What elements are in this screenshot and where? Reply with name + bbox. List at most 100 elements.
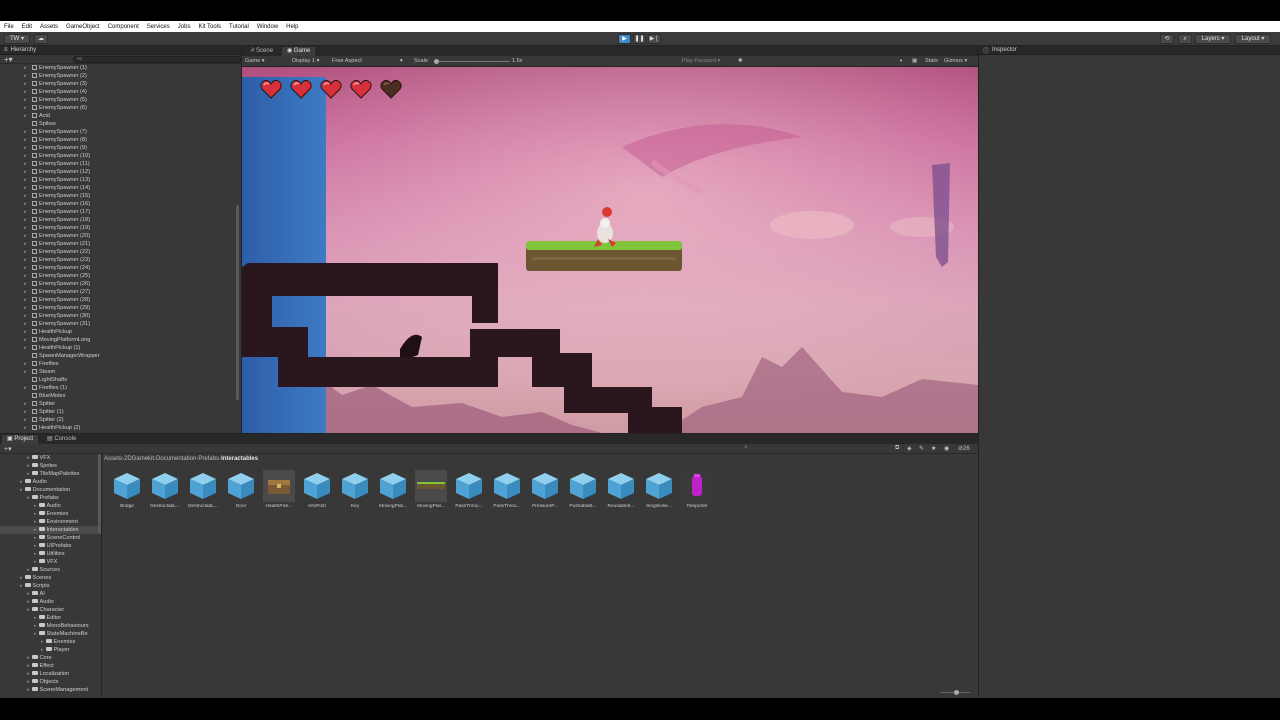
expand-arrow-icon[interactable]: ▸ xyxy=(34,511,37,517)
layers-dropdown[interactable]: Layers ▾ xyxy=(1195,34,1231,44)
project-tree-item[interactable]: ▸ Audio xyxy=(0,598,101,606)
expand-arrow-icon[interactable]: ▸ xyxy=(24,248,27,256)
project-tree-item[interactable]: ▸ Scenes xyxy=(0,574,101,582)
eye-icon[interactable]: ◉ xyxy=(944,445,949,452)
hierarchy-item[interactable]: ▸ HealthPickup (2) xyxy=(0,424,241,432)
hierarchy-item[interactable]: ▸ EnemySpawner (21) xyxy=(0,240,241,248)
project-tree-item[interactable]: ▸ Interactables xyxy=(0,526,101,534)
scale-slider-handle[interactable] xyxy=(434,59,439,64)
expand-arrow-icon[interactable]: ▸ xyxy=(24,272,27,280)
hierarchy-item[interactable]: ▸ HealthPickup (1) xyxy=(0,344,241,352)
expand-arrow-icon[interactable]: ▸ xyxy=(24,280,27,288)
expand-arrow-icon[interactable]: ▸ xyxy=(24,344,27,352)
expand-arrow-icon[interactable]: ▸ xyxy=(34,551,37,557)
expand-arrow-icon[interactable]: ▸ xyxy=(27,663,30,669)
project-tree-item[interactable]: ▸ SceneControl xyxy=(0,534,101,542)
expand-arrow-icon[interactable]: ▸ xyxy=(24,96,27,104)
project-tree-item[interactable]: ▸ StateMachineBe xyxy=(0,630,101,638)
play-button[interactable]: ▶ xyxy=(618,34,631,44)
expand-arrow-icon[interactable]: ▸ xyxy=(27,455,30,461)
asset-tile[interactable]: DestructabL... xyxy=(148,470,182,514)
expand-arrow-icon[interactable]: ▸ xyxy=(41,639,44,645)
project-tree-item[interactable]: ▸ Audio xyxy=(0,502,101,510)
hierarchy-item[interactable]: ▸ EnemySpawner (9) xyxy=(0,144,241,152)
expand-arrow-icon[interactable]: ▸ xyxy=(24,400,27,408)
breadcrumb-item[interactable]: Interactables xyxy=(221,456,258,462)
expand-arrow-icon[interactable]: ▸ xyxy=(24,408,27,416)
project-tree-item[interactable]: ▸ VFX xyxy=(0,558,101,566)
project-tree-item[interactable]: ▸ MonoBehaviours xyxy=(0,622,101,630)
hierarchy-item[interactable]: ▸ Acid xyxy=(0,112,241,120)
aspect-dropdown[interactable]: Free Aspect ▾ xyxy=(332,58,403,64)
project-tree-item[interactable]: ▸ Localization xyxy=(0,670,101,678)
grid-icon[interactable]: ▦ xyxy=(912,58,917,64)
hierarchy-item[interactable]: ▸ EnemySpawner (1) xyxy=(0,64,241,72)
hierarchy-item[interactable]: ▸ Spitter (1) xyxy=(0,408,241,416)
expand-arrow-icon[interactable]: ▸ xyxy=(20,575,23,581)
expand-arrow-icon[interactable]: ▸ xyxy=(27,591,30,597)
hierarchy-item[interactable]: ▸ MovingPlatformLong xyxy=(0,336,241,344)
hierarchy-search-input[interactable] xyxy=(72,55,241,63)
layout-dropdown[interactable]: Layout ▾ xyxy=(1235,34,1271,44)
hierarchy-item[interactable]: ▸ HealthPickup xyxy=(0,328,241,336)
project-tree-item[interactable]: ▸ UIPrefabs xyxy=(0,542,101,550)
asset-tile[interactable]: Bridge xyxy=(110,470,144,514)
menu-item-gameobject[interactable]: GameObject xyxy=(66,24,100,30)
expand-arrow-icon[interactable]: ▸ xyxy=(24,216,27,224)
display-dropdown[interactable]: Display 1 ▾ xyxy=(292,58,319,64)
hierarchy-item[interactable]: ▸ EnemySpawner (8) xyxy=(0,136,241,144)
account-button[interactable]: TW ▾ xyxy=(4,34,30,44)
expand-arrow-icon[interactable]: ▸ xyxy=(24,64,27,72)
filter-icon[interactable]: ⧉ xyxy=(895,445,899,452)
expand-arrow-icon[interactable]: ▸ xyxy=(27,655,30,661)
project-tree-item[interactable]: ▸ SceneManagement xyxy=(0,686,101,694)
hierarchy-item[interactable]: SpawnManagerWrapper xyxy=(0,352,241,360)
project-tree-item[interactable]: ▸ Character xyxy=(0,606,101,614)
icon-size-slider-handle[interactable] xyxy=(954,690,959,695)
expand-arrow-icon[interactable]: ▸ xyxy=(24,232,27,240)
menu-item-edit[interactable]: Edit xyxy=(22,24,32,30)
asset-tile[interactable]: DestructabL... xyxy=(186,470,220,514)
expand-arrow-icon[interactable]: ▸ xyxy=(24,136,27,144)
expand-arrow-icon[interactable]: ▸ xyxy=(24,80,27,88)
hierarchy-item[interactable]: ▸ Fireflies xyxy=(0,360,241,368)
hierarchy-item[interactable]: ▸ EnemySpawner (12) xyxy=(0,168,241,176)
hierarchy-item[interactable]: ▸ EnemySpawner (6) xyxy=(0,104,241,112)
hierarchy-item[interactable]: ▸ EnemySpawner (14) xyxy=(0,184,241,192)
expand-arrow-icon[interactable]: ▸ xyxy=(24,256,27,264)
asset-tile[interactable]: PassThrou... xyxy=(490,470,524,514)
hierarchy-item[interactable]: ▸ EnemySpawner (11) xyxy=(0,160,241,168)
project-tree-item[interactable]: ▸ VFX xyxy=(0,454,101,462)
hierarchy-scrollbar[interactable] xyxy=(236,205,239,400)
expand-arrow-icon[interactable]: ▸ xyxy=(24,152,27,160)
breadcrumb-item[interactable]: 2DGamekit xyxy=(124,456,154,462)
asset-tile[interactable]: PressureP... xyxy=(528,470,562,514)
project-tree-item[interactable]: ▸ Utilities xyxy=(0,550,101,558)
hierarchy-item[interactable]: ▸ EnemySpawner (7) xyxy=(0,128,241,136)
hierarchy-item[interactable]: ▸ EnemySpawner (22) xyxy=(0,248,241,256)
label-icon[interactable]: ◈ xyxy=(907,445,912,452)
expand-arrow-icon[interactable]: ▸ xyxy=(34,535,37,541)
menu-item-assets[interactable]: Assets xyxy=(40,24,58,30)
expand-arrow-icon[interactable]: ▸ xyxy=(24,208,27,216)
hierarchy-item[interactable]: LightShafts xyxy=(0,376,241,384)
menu-item-kit-tools[interactable]: Kit Tools xyxy=(198,24,221,30)
project-tree-item[interactable]: ▸ Documentation xyxy=(0,486,101,494)
project-tree-item[interactable]: ▸ Enemies xyxy=(0,638,101,646)
project-tree-item[interactable]: ▸ Enemies xyxy=(0,510,101,518)
hierarchy-item[interactable]: ▸ EnemySpawner (19) xyxy=(0,224,241,232)
cloud-icon[interactable]: ☁ xyxy=(34,34,48,44)
menu-item-window[interactable]: Window xyxy=(257,24,278,30)
breadcrumb-item[interactable]: Prefabs xyxy=(198,456,219,462)
history-icon[interactable]: ⟲ xyxy=(1160,34,1174,44)
expand-arrow-icon[interactable]: ▸ xyxy=(24,160,27,168)
project-tree-item[interactable]: ▸ Editor xyxy=(0,614,101,622)
expand-arrow-icon[interactable]: ▸ xyxy=(20,487,23,493)
expand-arrow-icon[interactable]: ▸ xyxy=(24,264,27,272)
asset-tile[interactable]: Door xyxy=(224,470,258,514)
menu-item-services[interactable]: Services xyxy=(147,24,170,30)
hierarchy-item[interactable]: ▸ EnemySpawner (5) xyxy=(0,96,241,104)
add-icon[interactable]: +▾ xyxy=(4,55,13,64)
expand-arrow-icon[interactable]: ▸ xyxy=(24,192,27,200)
scale-slider[interactable] xyxy=(434,61,510,62)
